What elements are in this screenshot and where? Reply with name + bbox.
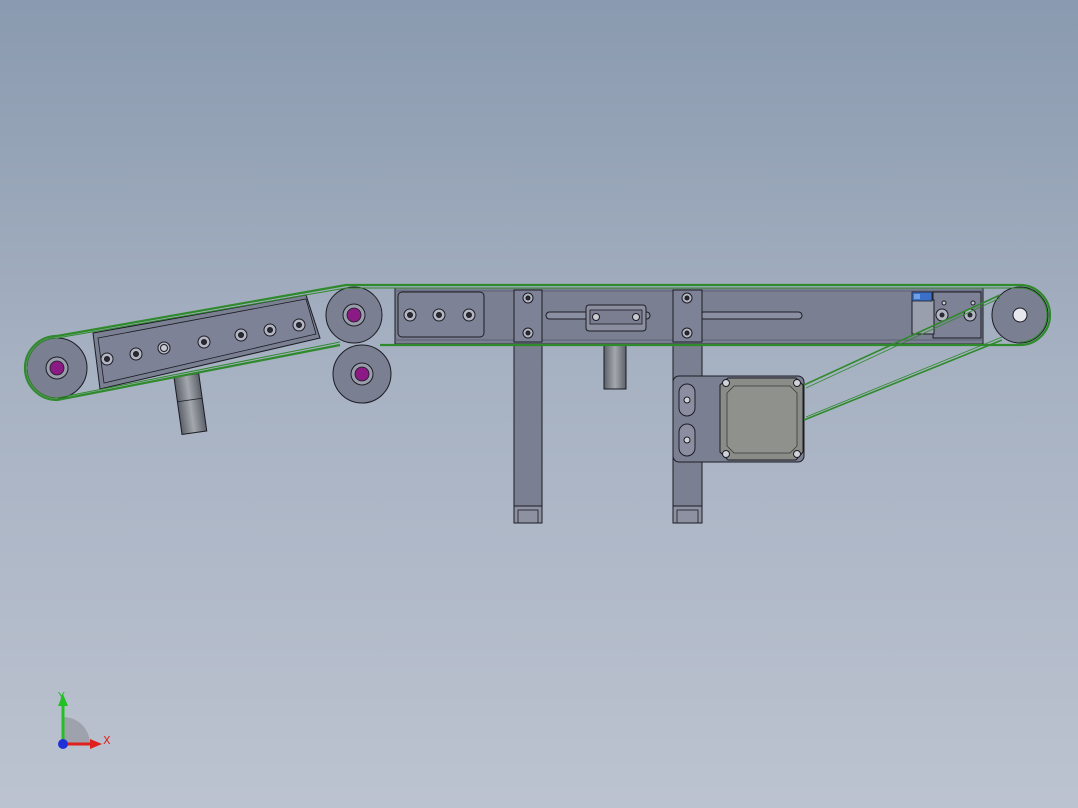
conveyor-assembly-drawing[interactable]: Y X bbox=[0, 0, 1078, 808]
shaft-clamp bbox=[585, 304, 647, 332]
pulley-joint bbox=[325, 286, 383, 344]
z-axis-dot bbox=[58, 739, 68, 749]
pulley-right-end bbox=[991, 286, 1049, 344]
cad-viewport[interactable]: Y X bbox=[0, 0, 1078, 808]
inclined-shaft bbox=[173, 372, 208, 435]
y-axis-label: Y bbox=[57, 690, 65, 703]
photo-sensor bbox=[911, 291, 933, 302]
triad-plane-indicator bbox=[63, 717, 90, 744]
x-axis-arrowhead bbox=[90, 739, 102, 749]
axis-triad: Y X bbox=[57, 690, 111, 749]
stepper-motor bbox=[719, 377, 804, 461]
support-leg-left bbox=[513, 339, 543, 524]
x-axis-label: X bbox=[103, 734, 111, 747]
pulley-tensioner bbox=[332, 344, 392, 404]
